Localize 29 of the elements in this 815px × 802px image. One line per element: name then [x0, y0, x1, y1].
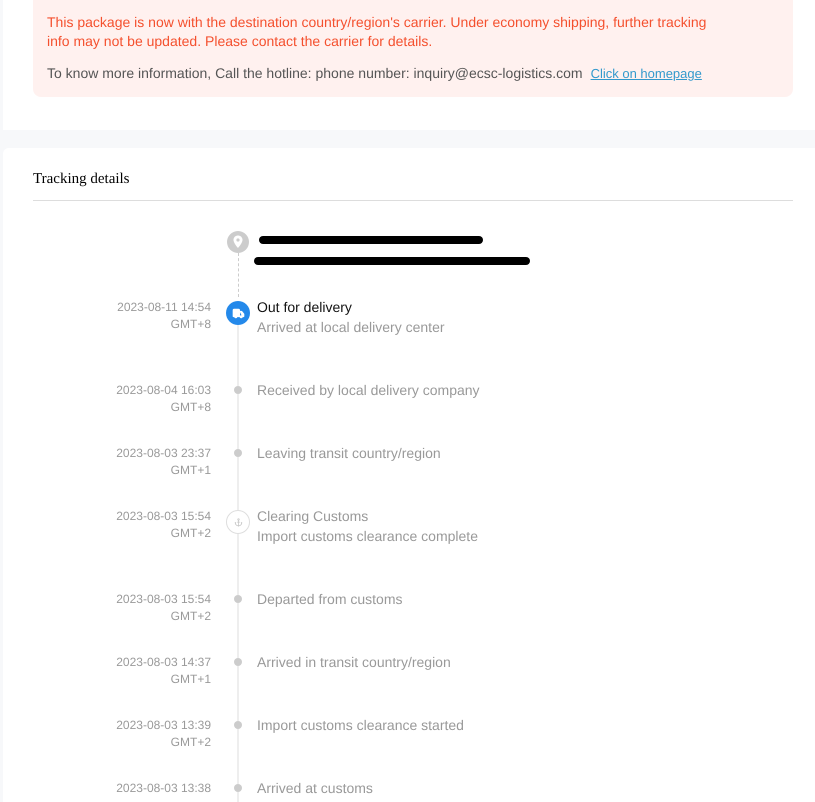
event-timezone: GMT+2: [170, 608, 211, 625]
event-timezone: GMT+8: [170, 399, 211, 416]
event-title: Arrived in transit country/region: [257, 653, 451, 672]
event-title: Clearing Customs: [257, 507, 370, 526]
event-time: 2023-08-03 13:39: [115, 717, 211, 734]
event-timezone: GMT+2: [170, 734, 211, 751]
event-title: Leaving transit country/region: [257, 444, 441, 463]
event-timezone: GMT+8: [170, 316, 211, 333]
contact-text: To know more information, Call the hotline: phone number: inquiry@ecsc-logistics.com: [47, 64, 583, 83]
event-title: Import customs clearance started: [257, 716, 464, 735]
event-title: Out for delivery: [257, 298, 353, 317]
event-time: 2023-08-03 15:54: [115, 508, 211, 525]
event-timezone: GMT+1: [170, 671, 211, 688]
event-title: Arrived at customs: [257, 779, 373, 798]
event-time: 2023-08-03 13:38: [115, 780, 211, 797]
notice-message: This package is now with the destination country/region's carrier. Under economy shipping, further tracking info may not be updated. Please contact the carrier for details.: [47, 13, 708, 51]
event-time: 2023-08-03 14:37: [115, 654, 211, 671]
event-time: 2023-08-04 16:03: [115, 382, 211, 399]
event-timezone: GMT+2: [170, 525, 211, 542]
event-title: Received by local delivery company: [257, 381, 480, 400]
event-detail: Arrived at local delivery center: [257, 318, 445, 337]
event-timezone: GMT+1: [170, 462, 211, 479]
section-title: Tracking details: [33, 170, 131, 189]
event-time: 2023-08-11 14:54: [116, 299, 211, 316]
event-title: Departed from customs: [257, 590, 402, 609]
homepage-link[interactable]: Click on homepage: [590, 64, 702, 83]
event-detail: Import customs clearance complete: [257, 527, 478, 546]
event-time: 2023-08-03 15:54: [115, 591, 211, 608]
event-time: 2023-08-03 23:37: [115, 445, 211, 462]
